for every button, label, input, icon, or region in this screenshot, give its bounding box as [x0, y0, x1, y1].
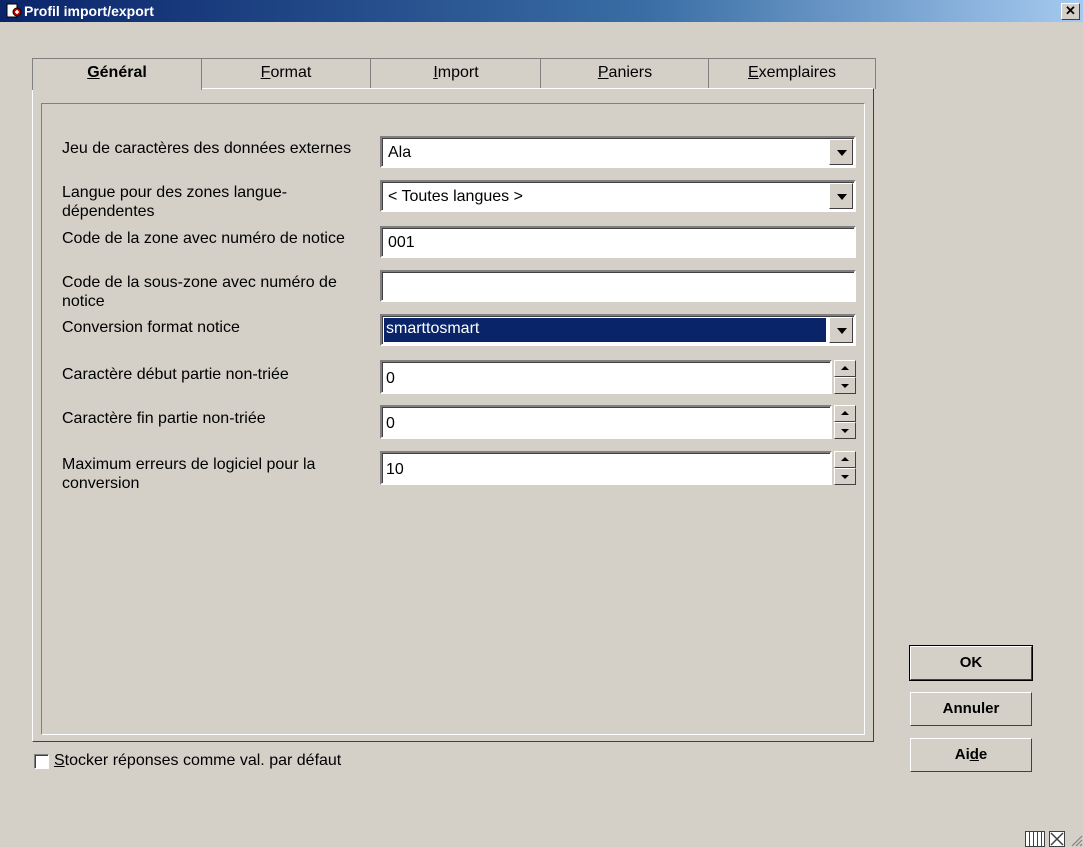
spin-up-icon[interactable]: [834, 451, 856, 468]
conversion-value: smarttosmart: [386, 320, 480, 337]
max-errors-label: Maximum erreurs de logiciel pour la conv…: [62, 456, 316, 492]
max-errors-spinner: [834, 451, 856, 485]
tab-general-accel: G: [87, 64, 100, 81]
app-icon: [6, 3, 22, 18]
tab-exemplaires-label: xemplaires: [758, 64, 837, 81]
close-icon: ✕: [1065, 3, 1076, 18]
store-defaults-label[interactable]: Stocker réponses comme val. par défaut: [54, 752, 341, 770]
language-select[interactable]: < Toutes langues >: [380, 180, 856, 212]
maximize-icon[interactable]: [1049, 831, 1065, 847]
tab-general[interactable]: Général: [32, 58, 202, 90]
conversion-select[interactable]: smarttosmart: [380, 314, 856, 346]
tab-exemplaires-accel: E: [747, 64, 759, 81]
spin-down-icon[interactable]: [834, 468, 856, 485]
tab-import-label: mport: [437, 64, 479, 81]
chevron-down-icon[interactable]: [829, 139, 853, 165]
close-button[interactable]: ✕: [1061, 3, 1080, 20]
tab-paniers[interactable]: Paniers: [540, 58, 710, 89]
unsorted-start-value: 0: [386, 370, 395, 387]
chevron-down-icon[interactable]: [829, 183, 853, 209]
record-zone-value: 001: [388, 234, 415, 251]
spin-up-icon[interactable]: [834, 360, 856, 377]
tab-format-label: ormat: [270, 64, 312, 81]
spin-down-icon[interactable]: [834, 377, 856, 394]
help-label-post: e: [978, 746, 988, 763]
help-label-accel: d: [969, 746, 979, 763]
tab-import[interactable]: Import: [370, 58, 542, 89]
language-value: < Toutes langues >: [388, 188, 523, 205]
max-errors-input[interactable]: 10: [380, 451, 832, 485]
resize-grip-icon[interactable]: [1069, 833, 1083, 847]
tab-format[interactable]: Format: [200, 58, 372, 89]
chevron-down-icon[interactable]: [829, 317, 853, 343]
unsorted-start-label: Caractère début partie non-triée: [62, 366, 289, 383]
unsorted-end-value: 0: [386, 415, 395, 432]
unsorted-end-label: Caractère fin partie non-triée: [62, 410, 266, 427]
record-subzone-input[interactable]: [380, 270, 856, 302]
charset-value: Ala: [388, 144, 412, 161]
unsorted-start-spinner: [834, 360, 856, 394]
record-zone-label: Code de la zone avec numéro de notice: [62, 230, 345, 247]
charset-label: Jeu de caractères des données externes: [62, 140, 352, 157]
window-title: Profil import/export: [24, 3, 154, 19]
conversion-label: Conversion format notice: [62, 319, 240, 336]
tab-format-accel: F: [260, 64, 271, 81]
language-label: Langue pour des zones langue-dépendentes: [62, 184, 288, 220]
store-defaults-checkbox[interactable]: [34, 754, 49, 769]
unsorted-end-spinner: [834, 405, 856, 439]
tab-exemplaires[interactable]: Exemplaires: [708, 58, 876, 89]
max-errors-value: 10: [386, 461, 404, 478]
record-subzone-label: Code de la sous-zone avec numéro de noti…: [62, 274, 337, 310]
spin-down-icon[interactable]: [834, 422, 856, 439]
charset-select[interactable]: Ala: [380, 136, 856, 168]
title-bar: Profil import/export ✕: [0, 0, 1083, 22]
store-defaults-text: tocker réponses comme val. par défaut: [64, 752, 342, 769]
store-defaults-accel: S: [54, 752, 65, 769]
tab-paniers-accel: P: [597, 64, 609, 81]
record-zone-input[interactable]: 001: [380, 226, 856, 258]
tab-general-label: énéral: [99, 64, 147, 81]
unsorted-end-input[interactable]: 0: [380, 405, 832, 439]
help-button[interactable]: Aide: [910, 738, 1032, 772]
cancel-button[interactable]: Annuler: [910, 692, 1032, 726]
grid-icon[interactable]: [1025, 831, 1045, 847]
unsorted-start-input[interactable]: 0: [380, 360, 832, 394]
tab-paniers-label: aniers: [608, 64, 653, 81]
help-label-pre: Ai: [954, 746, 970, 763]
ok-button[interactable]: OK: [909, 645, 1033, 681]
spin-up-icon[interactable]: [834, 405, 856, 422]
